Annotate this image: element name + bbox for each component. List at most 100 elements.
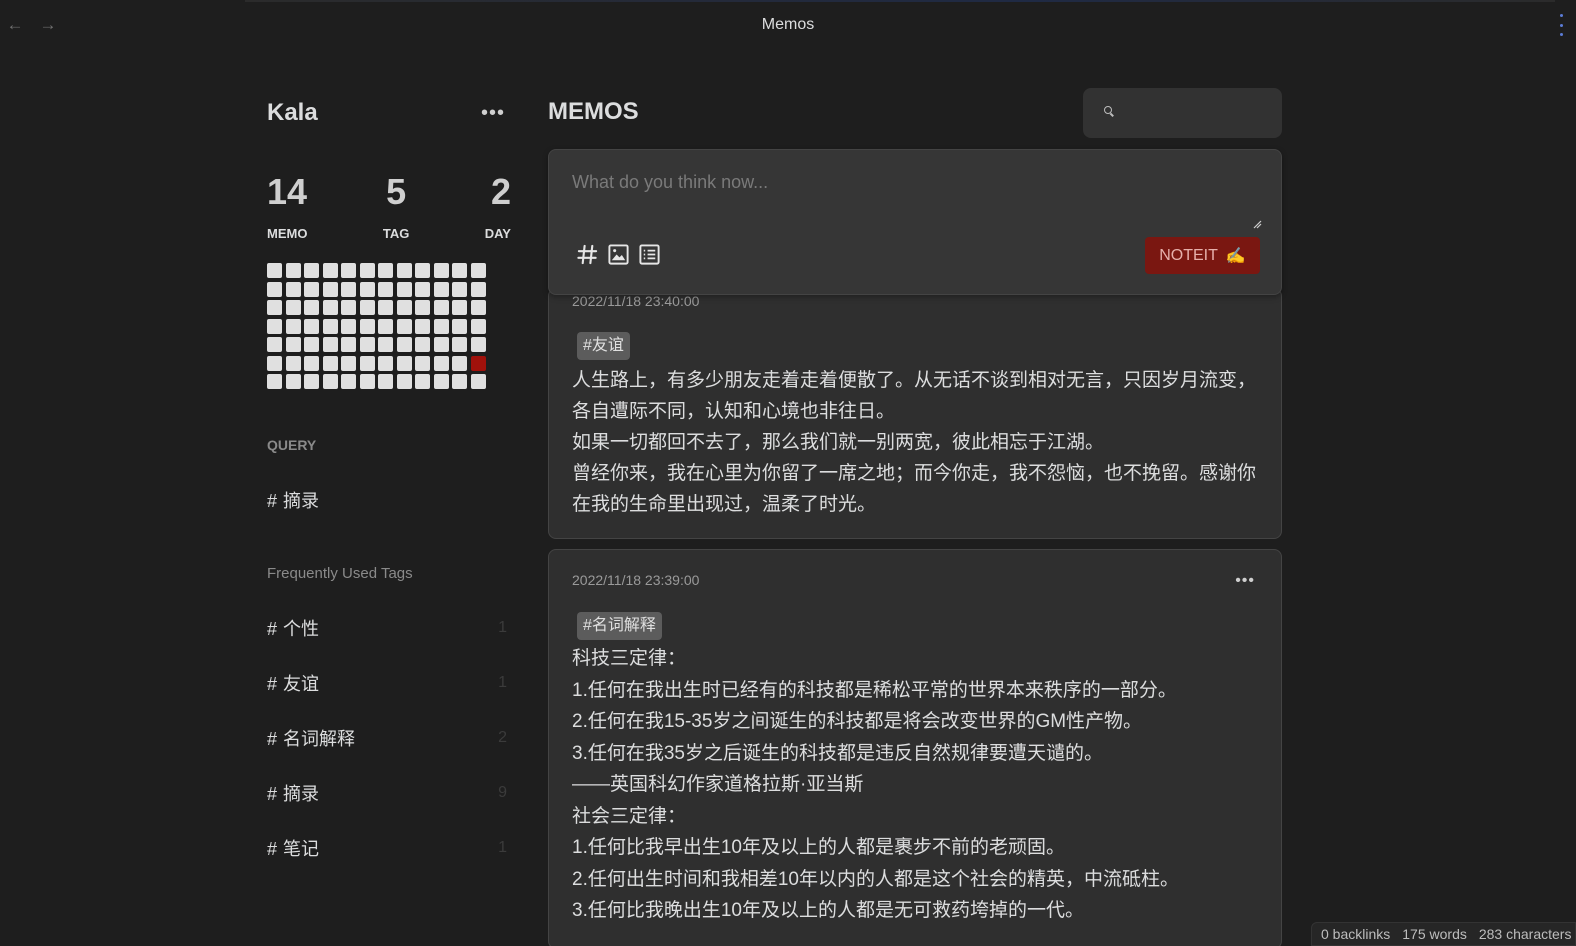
heatmap-cell[interactable] [285, 281, 301, 297]
heatmap-cell[interactable] [285, 318, 301, 334]
heatmap-cell[interactable] [304, 281, 319, 297]
heatmap-cell[interactable] [396, 263, 412, 278]
heatmap-cell[interactable] [359, 281, 375, 297]
search-input[interactable] [1121, 98, 1271, 128]
heatmap-cell[interactable] [452, 281, 467, 297]
heatmap-cell[interactable] [415, 374, 430, 389]
heatmap-cell[interactable] [470, 281, 486, 297]
heatmap-cell[interactable] [470, 374, 486, 389]
resize-grip-icon[interactable] [1253, 220, 1262, 229]
heatmap-cell[interactable] [359, 374, 375, 389]
heatmap-cell[interactable] [285, 263, 301, 278]
heatmap-cell[interactable] [378, 318, 393, 334]
heatmap-cell[interactable] [415, 337, 430, 352]
heatmap-cell[interactable] [415, 281, 430, 297]
heatmap-cell[interactable] [415, 355, 430, 371]
heatmap-cell[interactable] [359, 337, 375, 352]
heatmap-cell[interactable] [396, 355, 412, 371]
heatmap-cell[interactable] [452, 374, 467, 389]
heatmap-cell[interactable] [322, 318, 338, 334]
heatmap-cell[interactable] [378, 281, 393, 297]
backlinks-count[interactable]: 0 backlinks [1321, 926, 1390, 942]
heatmap-cell[interactable] [267, 300, 282, 315]
tag-item-notes[interactable]: # 笔记 1 [267, 820, 511, 875]
heatmap-cell[interactable] [470, 263, 486, 278]
heatmap-cell[interactable] [433, 337, 449, 352]
more-options-icon[interactable] [1560, 14, 1566, 36]
heatmap-cell[interactable] [304, 355, 319, 371]
tag-item-friendship[interactable]: # 友谊 1 [267, 655, 511, 710]
heatmap-cell[interactable] [267, 355, 282, 371]
search-box[interactable] [1083, 88, 1282, 138]
heatmap-cell[interactable] [452, 337, 467, 352]
heatmap-cell[interactable] [396, 337, 412, 352]
heatmap-cell[interactable] [433, 374, 449, 389]
heatmap-cell[interactable] [285, 374, 301, 389]
heatmap-cell[interactable] [378, 355, 393, 371]
heatmap-cell[interactable] [322, 355, 338, 371]
heatmap-cell[interactable] [378, 337, 393, 352]
heatmap-cell[interactable] [415, 300, 430, 315]
memo-tag[interactable]: #友谊 [577, 332, 630, 360]
memo-input[interactable] [572, 172, 1260, 232]
heatmap-cell[interactable] [452, 318, 467, 334]
heatmap-cell[interactable] [304, 374, 319, 389]
heatmap-cell[interactable] [322, 374, 338, 389]
heatmap-cell[interactable] [415, 318, 430, 334]
heatmap-cell[interactable] [267, 263, 282, 278]
heatmap-cell[interactable] [341, 281, 356, 297]
image-icon[interactable] [607, 243, 630, 266]
heatmap-cell[interactable] [267, 281, 282, 297]
heatmap-cell[interactable] [470, 318, 486, 334]
heatmap-cell[interactable] [359, 318, 375, 334]
heatmap-cell[interactable] [341, 318, 356, 334]
heatmap-cell[interactable] [304, 300, 319, 315]
tag-hash-icon[interactable] [576, 243, 599, 266]
heatmap-cell[interactable] [359, 300, 375, 315]
heatmap-cell[interactable] [359, 263, 375, 278]
memo-tag[interactable]: #名词解释 [577, 612, 662, 640]
heatmap-cell[interactable] [341, 355, 356, 371]
heatmap-cell[interactable] [285, 337, 301, 352]
heatmap-cell[interactable] [470, 337, 486, 352]
heatmap-cell[interactable] [470, 300, 486, 315]
heatmap-cell[interactable] [433, 281, 449, 297]
heatmap-cell[interactable] [267, 374, 282, 389]
heatmap-cell[interactable] [396, 318, 412, 334]
heatmap-cell[interactable] [322, 337, 338, 352]
noteit-button[interactable]: NOTEIT ✍️ [1145, 237, 1260, 274]
heatmap-cell[interactable] [433, 300, 449, 315]
heatmap-cell[interactable] [452, 263, 467, 278]
heatmap-cell[interactable] [433, 355, 449, 371]
tag-item-terms[interactable]: # 名词解释 2 [267, 710, 511, 765]
heatmap-cell[interactable] [378, 263, 393, 278]
heatmap-cell[interactable] [322, 300, 338, 315]
query-item-excerpt[interactable]: # 摘录 [267, 487, 511, 513]
memo-menu-icon[interactable]: ••• [1235, 572, 1255, 590]
heatmap-cell[interactable] [378, 374, 393, 389]
heatmap-cell[interactable] [341, 300, 356, 315]
heatmap-cell[interactable] [267, 337, 282, 352]
heatmap-cell[interactable] [267, 318, 282, 334]
tag-item-excerpt[interactable]: # 摘录 9 [267, 765, 511, 820]
user-menu-icon[interactable]: ••• [481, 103, 511, 123]
heatmap-cell[interactable] [285, 355, 301, 371]
heatmap-cell[interactable] [322, 263, 338, 278]
heatmap-cell[interactable] [452, 355, 467, 371]
list-icon[interactable] [638, 243, 661, 266]
heatmap-cell[interactable] [304, 263, 319, 278]
heatmap-cell[interactable] [378, 300, 393, 315]
tag-item-personality[interactable]: # 个性 1 [267, 600, 511, 655]
heatmap-cell[interactable] [359, 355, 375, 371]
heatmap-cell[interactable] [396, 281, 412, 297]
heatmap-cell[interactable] [396, 300, 412, 315]
heatmap-cell[interactable] [341, 374, 356, 389]
heatmap-cell[interactable] [452, 300, 467, 315]
heatmap-cell[interactable] [433, 318, 449, 334]
heatmap-cell[interactable] [304, 337, 319, 352]
heatmap-cell[interactable] [285, 300, 301, 315]
heatmap-cell[interactable] [341, 263, 356, 278]
heatmap-cell[interactable] [341, 337, 356, 352]
heatmap-cell[interactable] [470, 355, 486, 371]
heatmap-cell[interactable] [415, 263, 430, 278]
